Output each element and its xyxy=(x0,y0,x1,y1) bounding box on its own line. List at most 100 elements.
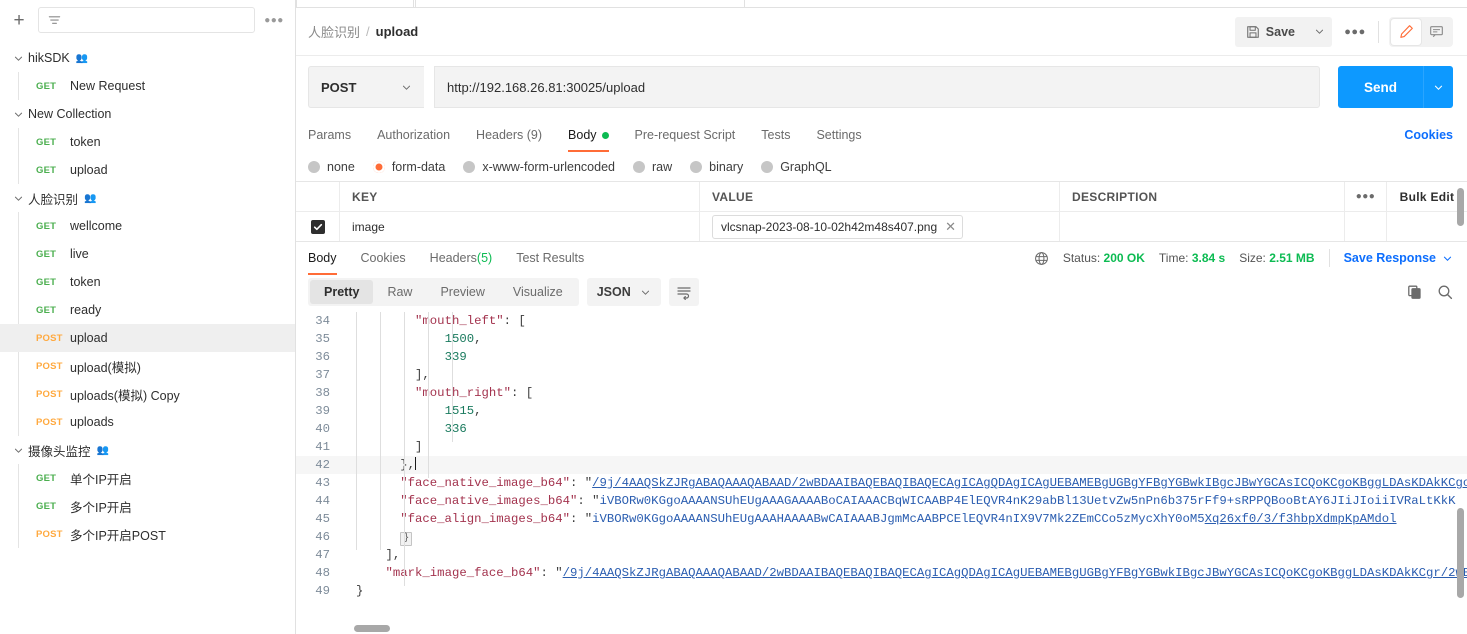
chevron-down-icon[interactable] xyxy=(10,53,26,64)
request-item-get-1[interactable]: GET token xyxy=(0,128,295,156)
table-more-options-button[interactable]: ●●● xyxy=(1345,182,1387,211)
remove-file-close-icon[interactable]: ✕ xyxy=(945,219,956,235)
sidebar-more-options-button[interactable]: ●●● xyxy=(263,9,285,31)
fold-gutter[interactable] xyxy=(340,456,356,474)
row-key-input[interactable]: image xyxy=(340,212,700,241)
request-name-label: token xyxy=(70,135,101,149)
request-tab-headers-9[interactable]: Headers (9) xyxy=(463,118,555,152)
table-scrollbar[interactable] xyxy=(1457,188,1464,226)
response-body-code[interactable]: 34 "mouth_left": [35 1500, 36 339 37 ], 38 … xyxy=(296,312,1467,634)
line-number: 48 xyxy=(315,566,330,580)
sidebar-filter-input[interactable] xyxy=(38,7,255,33)
body-mode-label: GraphQL xyxy=(780,160,832,174)
fold-gutter[interactable] xyxy=(340,564,356,582)
body-mode-binary[interactable]: binary xyxy=(690,160,743,174)
request-item-post-3[interactable]: POST 多个IP开启POST xyxy=(0,520,295,548)
fold-gutter[interactable] xyxy=(340,420,356,438)
send-options-chevron-down-icon[interactable] xyxy=(1423,66,1453,108)
body-mode-none[interactable]: none xyxy=(308,160,355,174)
request-tab-params[interactable]: Params xyxy=(308,118,364,152)
collection-item-1[interactable]: hikSDK 👥 xyxy=(0,44,295,72)
body-mode-raw[interactable]: raw xyxy=(633,160,672,174)
view-mode-preview[interactable]: Preview xyxy=(426,280,498,304)
code-text: } xyxy=(356,528,1467,546)
request-item-get-3[interactable]: GET token xyxy=(0,268,295,296)
format-select[interactable]: JSON xyxy=(586,278,661,306)
edit-pencil-icon[interactable] xyxy=(1391,18,1421,45)
search-icon[interactable] xyxy=(1437,284,1453,300)
body-mode-form-data[interactable]: form-data xyxy=(372,160,445,174)
fold-gutter[interactable] xyxy=(340,492,356,510)
request-item-post-5[interactable]: POST upload xyxy=(0,324,295,352)
request-method-label: GET xyxy=(36,248,57,260)
response-tab-body[interactable]: Body xyxy=(308,242,349,275)
request-tab-settings[interactable]: Settings xyxy=(803,118,874,152)
row-description-input[interactable] xyxy=(1060,212,1345,241)
request-item-get-1[interactable]: GET wellcome xyxy=(0,212,295,240)
save-response-button[interactable]: Save Response xyxy=(1344,251,1453,265)
view-mode-pretty[interactable]: Pretty xyxy=(310,280,374,304)
fold-gutter[interactable] xyxy=(340,312,356,330)
fold-gutter[interactable] xyxy=(340,366,356,384)
collection-item-3[interactable]: 人脸识别 👥 xyxy=(0,184,295,212)
request-more-options-button[interactable]: ●●● xyxy=(1342,18,1368,46)
bulk-edit-button[interactable]: Bulk Edit xyxy=(1387,182,1467,211)
cookies-link[interactable]: Cookies xyxy=(1404,128,1453,142)
chevron-down-icon[interactable] xyxy=(10,109,26,120)
response-tab-cookies[interactable]: Cookies xyxy=(349,242,418,275)
collapsed-fold-marker[interactable]: } xyxy=(400,532,413,546)
collection-item-4[interactable]: 摄像头监控 👥 xyxy=(0,436,295,464)
tab-stub-1[interactable] xyxy=(296,0,414,7)
request-item-get-2[interactable]: GET 多个IP开启 xyxy=(0,492,295,520)
request-item-post-7[interactable]: POST uploads(模拟) Copy xyxy=(0,380,295,408)
body-mode-graphql[interactable]: GraphQL xyxy=(761,160,832,174)
request-tab-authorization[interactable]: Authorization xyxy=(364,118,463,152)
word-wrap-toggle-icon[interactable] xyxy=(668,278,699,306)
tab-stub-2[interactable] xyxy=(415,0,745,7)
fold-gutter[interactable] xyxy=(340,528,356,546)
fold-gutter[interactable] xyxy=(340,582,356,600)
url-input[interactable]: http://192.168.26.81:30025/upload xyxy=(434,66,1320,108)
copy-icon[interactable] xyxy=(1407,284,1423,300)
request-item-get-2[interactable]: GET live xyxy=(0,240,295,268)
request-name-label: uploads(模拟) Copy xyxy=(70,388,180,403)
line-number: 44 xyxy=(315,494,330,508)
save-button[interactable]: Save xyxy=(1234,16,1306,47)
breadcrumb-request-name[interactable]: upload xyxy=(376,24,419,39)
chevron-down-icon[interactable] xyxy=(10,193,26,204)
request-item-post-8[interactable]: POST uploads xyxy=(0,408,295,436)
send-button[interactable]: Send xyxy=(1337,66,1423,108)
breadcrumb-folder[interactable]: 人脸识别 xyxy=(308,22,360,41)
http-method-select[interactable]: POST xyxy=(308,66,424,108)
save-options-chevron-down-icon[interactable] xyxy=(1306,16,1332,47)
response-tab-headers[interactable]: Headers (5) xyxy=(418,242,505,275)
fold-gutter[interactable] xyxy=(340,402,356,420)
fold-gutter[interactable] xyxy=(340,474,356,492)
request-item-get-4[interactable]: GET ready xyxy=(0,296,295,324)
comment-icon[interactable] xyxy=(1421,19,1451,45)
collection-item-2[interactable]: New Collection xyxy=(0,100,295,128)
request-item-get-1[interactable]: GET New Request xyxy=(0,72,295,100)
request-tab-pre-request-script[interactable]: Pre-request Script xyxy=(622,118,749,152)
request-item-get-1[interactable]: GET 单个IP开启 xyxy=(0,464,295,492)
chevron-down-icon[interactable] xyxy=(10,445,26,456)
body-mode-x-www-form-urlencoded[interactable]: x-www-form-urlencoded xyxy=(463,160,615,174)
fold-gutter[interactable] xyxy=(340,384,356,402)
request-item-get-2[interactable]: GET upload xyxy=(0,156,295,184)
fold-gutter[interactable] xyxy=(340,438,356,456)
code-vertical-scrollbar[interactable] xyxy=(1457,508,1464,598)
fold-gutter[interactable] xyxy=(340,510,356,528)
view-mode-visualize[interactable]: Visualize xyxy=(499,280,577,304)
response-tab-test-results[interactable]: Test Results xyxy=(504,242,596,275)
request-tab-tests[interactable]: Tests xyxy=(748,118,803,152)
fold-gutter[interactable] xyxy=(340,546,356,564)
fold-gutter[interactable] xyxy=(340,348,356,366)
request-item-post-6[interactable]: POST upload(模拟) xyxy=(0,352,295,380)
fold-gutter[interactable] xyxy=(340,330,356,348)
code-horizontal-scrollbar[interactable] xyxy=(354,625,390,632)
view-mode-raw[interactable]: Raw xyxy=(373,280,426,304)
new-item-button[interactable]: + xyxy=(8,9,30,31)
request-tab-body[interactable]: Body xyxy=(555,118,622,152)
row-checkbox[interactable] xyxy=(310,219,325,234)
